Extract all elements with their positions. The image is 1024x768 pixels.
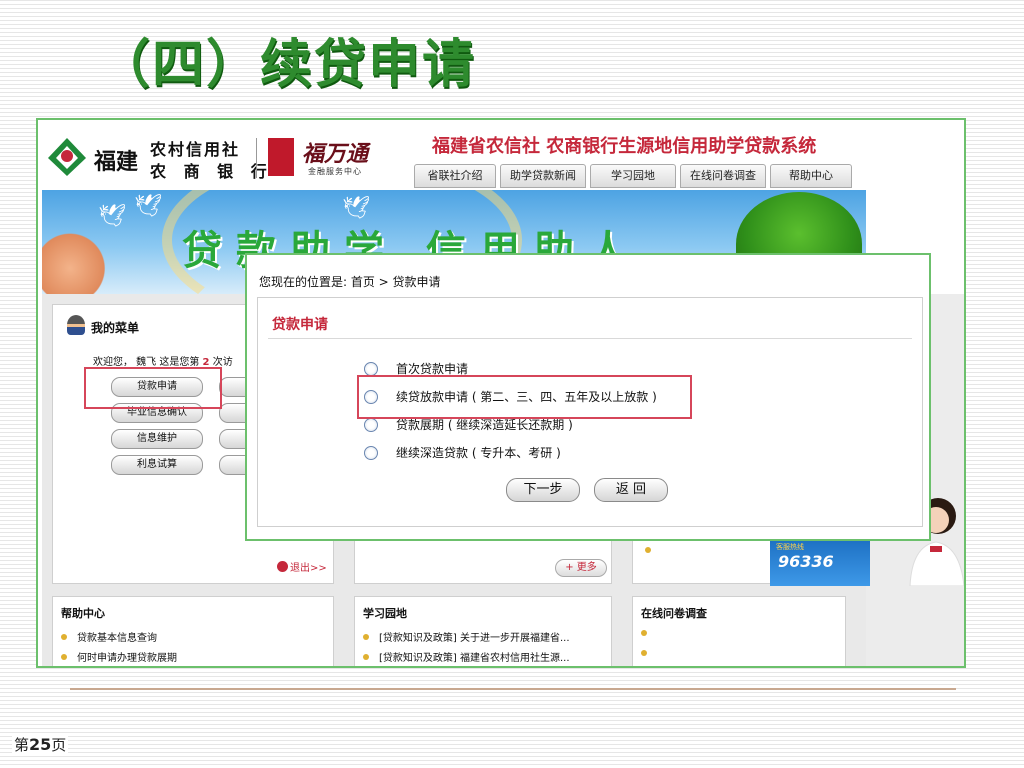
help-item-link[interactable]: 何时申请办理贷款展期	[61, 649, 177, 664]
slide-title: （四）续贷申请	[98, 34, 477, 95]
nav-item-survey[interactable]: 在线问卷调查	[680, 164, 766, 188]
bullet-icon	[363, 654, 369, 660]
option-label: 继续深造贷款 ( 专升本、考研 )	[396, 446, 561, 460]
radio-button[interactable]	[364, 417, 378, 432]
bullet-icon	[641, 650, 647, 656]
dove-icon: 🕊	[134, 194, 162, 219]
interest-calc-button[interactable]: 利息试算	[111, 455, 203, 475]
info-maintain-button[interactable]: 信息维护	[111, 429, 203, 449]
hands-decoration	[42, 230, 112, 294]
renewal-option-highlight	[357, 375, 692, 419]
logout-link[interactable]: 退出>>	[277, 559, 327, 574]
radio-button[interactable]	[364, 361, 378, 376]
bullet-icon	[363, 634, 369, 640]
logo-bank-line1: 农村信用社	[150, 140, 241, 159]
logo-fwt-subtitle: 金融服务中心	[308, 167, 362, 176]
option-further-study-loan[interactable]: 继续深造贷款 ( 专升本、考研 )	[364, 444, 561, 461]
study-item-label: [贷款知识及政策] 福建省农村信用社生源...	[379, 653, 570, 664]
page-prefix: 第	[14, 736, 30, 754]
logo-divider	[256, 138, 257, 178]
hotline-number: 96336	[778, 552, 834, 571]
more-button[interactable]: + 更多	[555, 559, 607, 577]
study-item-label: [贷款知识及政策] 关于进一步开展福建省...	[379, 633, 570, 644]
nav-item-help[interactable]: 帮助中心	[770, 164, 852, 188]
nav-item-news[interactable]: 助学贷款新闻	[500, 164, 586, 188]
fwt-seal-icon	[268, 138, 294, 176]
study-title: 学习园地	[363, 607, 407, 620]
help-item-link[interactable]: 贷款基本信息查询	[61, 629, 157, 644]
help-item-label: 何时申请办理贷款展期	[77, 653, 177, 664]
bullet-icon	[61, 634, 67, 640]
site-title: 福建省农信社 农商银行生源地信用助学贷款系统	[432, 136, 817, 157]
survey-bullet	[641, 629, 657, 640]
help-center-panel: 帮助中心 贷款基本信息查询 何时申请办理贷款展期	[52, 596, 334, 666]
study-item-link[interactable]: [贷款知识及政策] 关于进一步开展福建省...	[363, 629, 570, 644]
nav-item-study[interactable]: 学习园地	[590, 164, 676, 188]
logo-fwt-text: 福万通	[302, 141, 369, 167]
survey-title: 在线问卷调查	[641, 607, 707, 620]
logo-bank-line2: 农 商 银 行	[150, 162, 273, 181]
bullet-icon	[61, 654, 67, 660]
top-nav: 省联社介绍 助学贷款新闻 学习园地 在线问卷调查 帮助中心	[414, 164, 852, 188]
site-logo[interactable]: 福建 农村信用社 农 商 银 行 福万通 金融服务中心	[46, 134, 376, 184]
help-center-title: 帮助中心	[61, 607, 105, 620]
page-number-value: 25	[29, 735, 52, 754]
footer-divider	[70, 688, 956, 690]
study-panel: 学习园地 [贷款知识及政策] 关于进一步开展福建省... [贷款知识及政策] 福…	[354, 596, 612, 666]
survey-bullet	[641, 649, 657, 660]
dove-icon: 🕊	[98, 204, 126, 229]
logo-fujian-text: 福建	[94, 149, 139, 175]
breadcrumb: 您现在的位置是: 首页 > 贷款申请	[259, 275, 441, 289]
page-number: 第25页	[12, 734, 69, 755]
radio-button[interactable]	[364, 445, 378, 460]
menu-title: 我的菜单	[91, 321, 140, 335]
page-suffix: 页	[51, 736, 67, 754]
back-button[interactable]: 返 回	[594, 478, 668, 502]
bullet-icon	[645, 547, 651, 553]
help-item-label: 贷款基本信息查询	[77, 633, 157, 644]
next-step-button[interactable]: 下一步	[506, 478, 580, 502]
survey-panel: 在线问卷调查	[632, 596, 846, 666]
nav-item-about[interactable]: 省联社介绍	[414, 164, 496, 188]
hotline-label: 客服热线	[776, 543, 804, 551]
logout-icon	[277, 561, 288, 572]
form-title: 贷款申请	[272, 317, 328, 333]
rural-credit-logo-icon	[48, 138, 86, 176]
study-item-link[interactable]: [贷款知识及政策] 福建省农村信用社生源...	[363, 649, 570, 664]
bullet-icon	[641, 630, 647, 636]
logout-label: 退出>>	[290, 563, 327, 574]
form-divider	[268, 338, 912, 339]
welcome-text: 欢迎您， 魏飞 这是您第 2 次访	[93, 353, 233, 368]
user-icon	[67, 315, 85, 335]
loan-apply-highlight	[84, 367, 222, 409]
hotline-banner[interactable]: 客服热线 96336	[770, 538, 870, 586]
